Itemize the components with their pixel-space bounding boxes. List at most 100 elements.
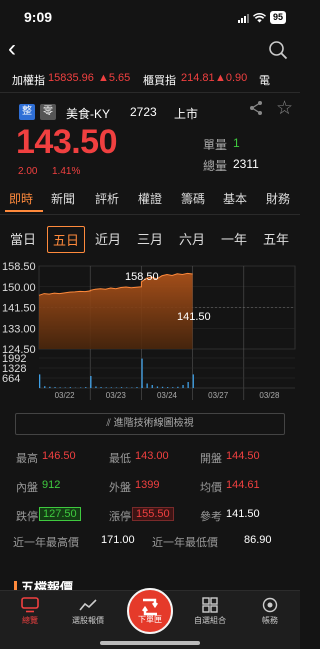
outer-value: 1399 <box>135 479 160 491</box>
volume-bar <box>192 374 194 388</box>
nav-bar: ‹ <box>0 36 300 64</box>
search-icon[interactable] <box>268 40 288 60</box>
volume-bar <box>120 387 123 388</box>
period-1month[interactable]: 近月 <box>89 226 127 253</box>
nav-overview[interactable]: 總覽 <box>0 595 60 626</box>
price-change: 2.00 <box>18 166 38 177</box>
volume-bar <box>110 387 112 388</box>
advanced-chart-label: 進階技術線圖檢視 <box>113 418 194 429</box>
nav-account-label: 帳務 <box>262 616 278 625</box>
tab-active-indicator <box>5 210 43 212</box>
period-selector: 當日 五日 近月 三月 六月 一年 五年 <box>0 226 300 254</box>
date-tick-label: 03/23 <box>106 391 127 400</box>
volume-bar <box>105 387 107 388</box>
period-intraday[interactable]: 當日 <box>4 226 42 253</box>
volume-bar <box>90 376 92 388</box>
nav-account[interactable]: 帳務 <box>240 595 300 626</box>
tab-financials[interactable]: 財務 <box>266 190 290 207</box>
outer-label: 外盤 <box>109 482 131 494</box>
stock-price: 143.50 <box>16 123 118 161</box>
date-tick-label: 03/27 <box>208 391 229 400</box>
home-indicator <box>100 641 200 645</box>
low-value: 143.00 <box>135 450 169 462</box>
price-chart[interactable]: 158.50150.00141.50133.00124.50158.50141.… <box>0 258 300 408</box>
volume-bar <box>69 387 71 388</box>
volume-bar <box>146 383 148 388</box>
tab-realtime[interactable]: 即時 <box>9 190 33 207</box>
otc-label: 櫃買指 <box>143 75 176 87</box>
nav-overview-label: 總覽 <box>22 616 38 625</box>
odd-lot-badge[interactable]: 零 <box>40 104 56 120</box>
star-icon[interactable]: ☆ <box>276 97 293 120</box>
index-ticker[interactable]: 加權指 15835.96 ▲5.65 櫃買指 214.81 ▲0.90 電 <box>0 70 300 88</box>
date-tick-label: 03/22 <box>55 391 76 400</box>
tab-analysis[interactable]: 評析 <box>95 190 119 207</box>
limit-down-label: 跌停 <box>16 511 38 523</box>
limit-up-label: 漲停 <box>109 511 131 523</box>
avg-label: 均價 <box>200 482 222 494</box>
divider <box>0 214 300 215</box>
volume-bar <box>80 387 82 388</box>
tab-chips[interactable]: 籌碼 <box>181 190 205 207</box>
ref-value: 141.50 <box>226 508 260 520</box>
period-3month[interactable]: 三月 <box>131 226 169 253</box>
volume-bar <box>59 387 61 388</box>
twse-change: ▲5.65 <box>98 72 131 84</box>
stock-header: 整 零 美食-KY 2723 上市 ☆ 143.50 2.00 1.41% 單量… <box>0 96 300 186</box>
year-low-value: 86.90 <box>244 534 272 546</box>
year-high-label: 近一年最高價 <box>13 537 79 549</box>
single-volume-label: 單量 <box>203 138 228 152</box>
advanced-chart-button[interactable]: ⫽ 進階技術線圖檢視 <box>15 413 285 435</box>
period-5year[interactable]: 五年 <box>257 226 295 253</box>
five-level-quote-title[interactable]: 五檔報價 <box>14 581 73 590</box>
limit-down-value: 127.50 <box>39 507 81 521</box>
date-tick-label: 03/28 <box>259 391 280 400</box>
order-fab-button[interactable] <box>127 588 173 634</box>
volume-bar <box>44 386 46 388</box>
nav-watchlist-label: 自選組合 <box>194 616 226 625</box>
stock-market: 上市 <box>174 107 199 121</box>
volume-bar <box>182 385 184 388</box>
year-low-label: 近一年最低價 <box>152 537 218 549</box>
period-5day[interactable]: 五日 <box>47 226 85 253</box>
volume-bar <box>141 358 143 388</box>
chart-icon: ⫽ <box>106 418 111 429</box>
status-icons: 95 <box>237 11 286 24</box>
nav-stock-quotes[interactable]: 選股報價 <box>58 595 118 626</box>
signal-icon <box>237 13 249 23</box>
avg-value: 144.61 <box>226 479 260 491</box>
single-volume-value: 1 <box>233 136 240 150</box>
price-change-pct: 1.41% <box>52 166 81 177</box>
order-fab-label: 下單匣 <box>138 615 162 624</box>
high-value: 146.50 <box>42 450 76 462</box>
year-high-value: 171.00 <box>101 534 135 546</box>
inner-label: 內盤 <box>16 482 38 494</box>
volume-bar <box>85 387 87 388</box>
stock-code: 2723 <box>130 105 157 119</box>
trend-chart-icon <box>79 599 97 611</box>
tab-fundamentals[interactable]: 基本 <box>223 190 247 207</box>
volume-bar <box>177 386 179 388</box>
period-6month[interactable]: 六月 <box>173 226 211 253</box>
back-chevron-icon[interactable]: ‹ <box>8 36 16 62</box>
nav-stock-quotes-label: 選股報價 <box>72 616 104 625</box>
monitor-icon <box>21 597 39 613</box>
volume-bar <box>161 386 164 388</box>
volume-bar <box>131 387 133 388</box>
volume-bar <box>167 387 169 388</box>
period-1year[interactable]: 一年 <box>215 226 253 253</box>
volume-bar <box>126 387 128 388</box>
tab-warrants[interactable]: 權證 <box>138 190 162 207</box>
low-annotation: 141.50 <box>177 311 211 323</box>
account-circle-icon <box>262 597 278 613</box>
high-annotation: 158.50 <box>125 271 159 283</box>
price-tick-label: 141.50 <box>2 303 36 315</box>
board-lot-badge[interactable]: 整 <box>19 104 35 120</box>
tab-news[interactable]: 新聞 <box>51 190 75 207</box>
share-icon[interactable] <box>248 100 264 116</box>
high-label: 最高 <box>16 453 38 465</box>
nav-watchlist[interactable]: 自選組合 <box>180 595 240 626</box>
price-area <box>39 273 193 349</box>
twse-value: 15835.96 <box>48 72 94 84</box>
otc-value: 214.81 <box>181 72 215 84</box>
